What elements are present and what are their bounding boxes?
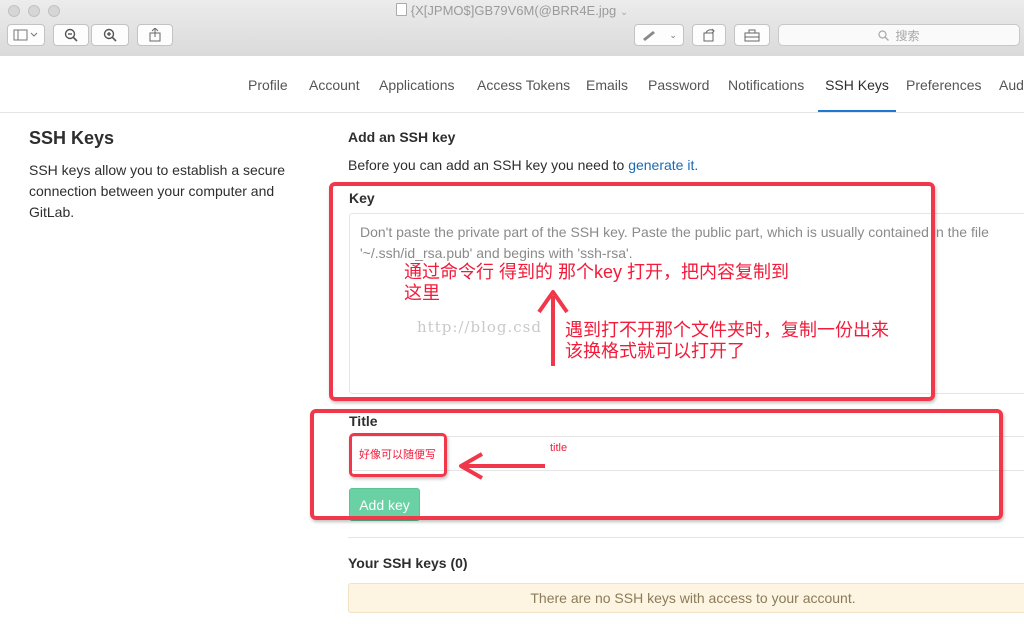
annotation-arrows — [459, 290, 569, 480]
up-arrow-icon — [537, 290, 569, 366]
left-arrow-icon — [459, 452, 545, 480]
